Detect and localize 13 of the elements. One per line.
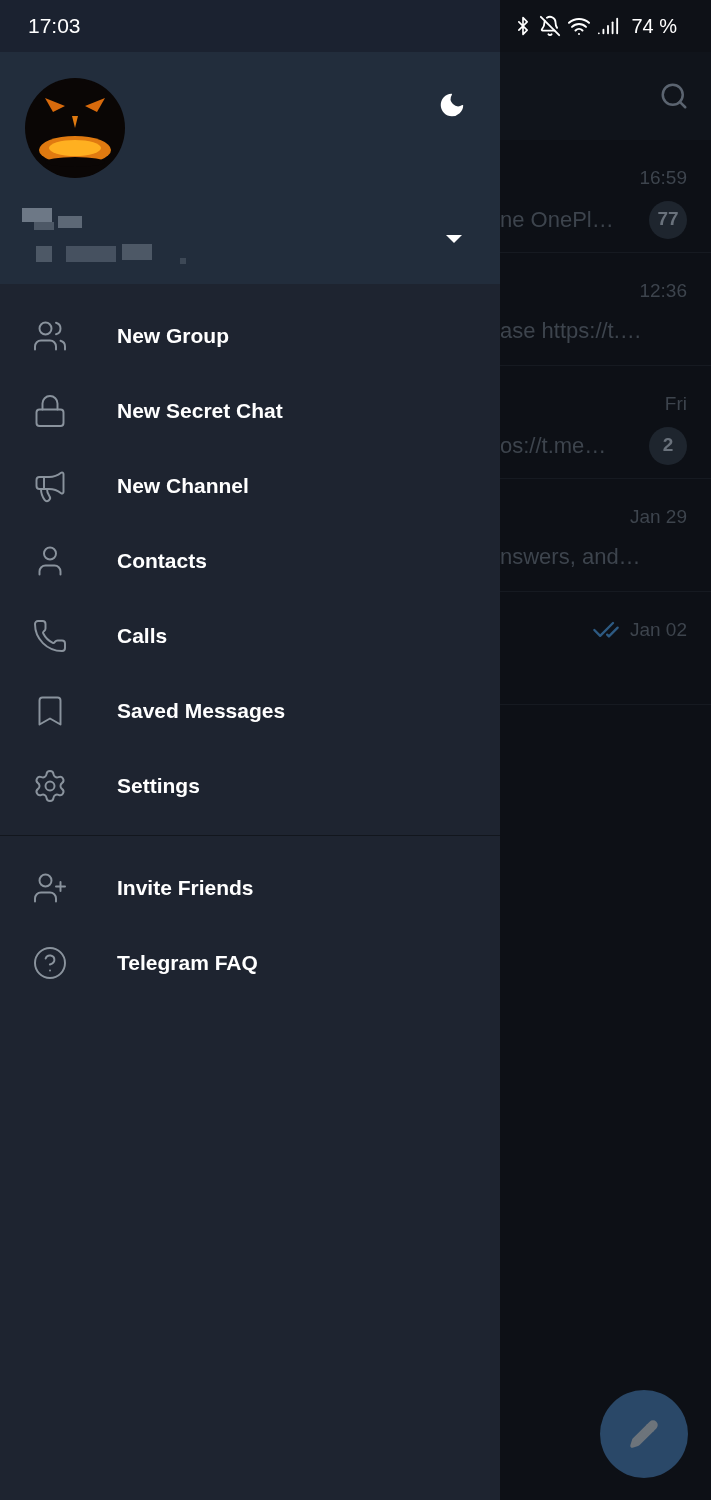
menu-item[interactable]: New Channel: [0, 448, 500, 523]
menu-item[interactable]: Calls: [0, 598, 500, 673]
menu-item[interactable]: Invite Friends: [0, 850, 500, 925]
battery-level: 74 %: [631, 14, 677, 39]
status-time: 17:03: [28, 13, 81, 40]
unread-count: 2: [649, 426, 687, 465]
menu-item[interactable]: New Group: [0, 298, 500, 373]
menu-item[interactable]: Saved Messages: [0, 673, 500, 748]
menu-item[interactable]: Contacts: [0, 523, 500, 598]
menu-item[interactable]: New Secret Chat: [0, 373, 500, 448]
menu-item[interactable]: Settings: [0, 748, 500, 823]
unread-count: 77: [649, 200, 687, 239]
menu-item[interactable]: Telegram FAQ: [0, 925, 500, 1000]
